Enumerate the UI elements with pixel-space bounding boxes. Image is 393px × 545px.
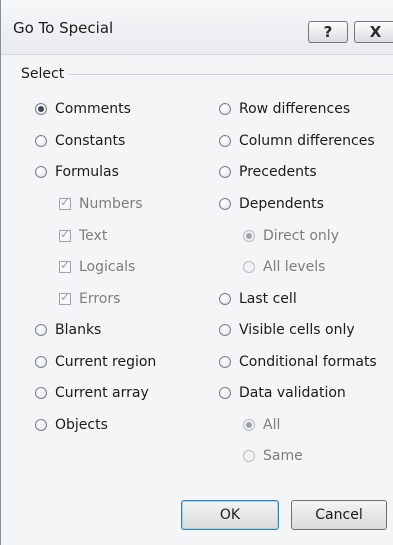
option-all-levels[interactable]: All levels bbox=[243, 255, 325, 279]
option-text[interactable]: Text bbox=[59, 224, 107, 248]
dependents-radio[interactable] bbox=[219, 198, 231, 210]
row-differences-radio[interactable] bbox=[219, 103, 231, 115]
option-label: Conditional formats bbox=[239, 354, 377, 370]
option-label: Precedents bbox=[239, 164, 317, 180]
go-to-special-dialog: Go To Special ? X Select Comments Consta… bbox=[0, 0, 393, 545]
current-array-radio[interactable] bbox=[35, 387, 47, 399]
title-bar: Go To Special ? X bbox=[1, 0, 393, 55]
option-current-array[interactable]: Current array bbox=[35, 381, 149, 405]
dialog-title: Go To Special bbox=[13, 19, 114, 37]
option-label: Comments bbox=[55, 101, 131, 117]
direct-only-radio[interactable] bbox=[243, 230, 255, 242]
option-objects[interactable]: Objects bbox=[35, 413, 108, 437]
option-label: Constants bbox=[55, 133, 126, 149]
option-label: All levels bbox=[263, 259, 326, 275]
numbers-checkbox[interactable] bbox=[59, 195, 71, 210]
validation-same-radio[interactable] bbox=[243, 450, 255, 462]
option-formulas[interactable]: Formulas bbox=[35, 160, 119, 184]
ok-button[interactable]: OK bbox=[181, 500, 279, 530]
option-label: Text bbox=[79, 228, 108, 244]
option-label: Current array bbox=[55, 385, 149, 401]
option-label: All bbox=[263, 417, 281, 433]
current-region-radio[interactable] bbox=[35, 356, 47, 368]
option-conditional-formats[interactable]: Conditional formats bbox=[219, 350, 377, 374]
text-checkbox[interactable] bbox=[59, 227, 71, 242]
option-data-validation[interactable]: Data validation bbox=[219, 381, 346, 405]
option-label: Direct only bbox=[263, 228, 339, 244]
option-label: Visible cells only bbox=[239, 322, 355, 338]
group-divider bbox=[69, 74, 393, 75]
close-button[interactable]: X bbox=[354, 21, 393, 43]
all-levels-radio[interactable] bbox=[243, 261, 255, 273]
option-logicals[interactable]: Logicals bbox=[59, 255, 135, 279]
option-label: Logicals bbox=[79, 259, 136, 275]
option-label: Objects bbox=[55, 417, 108, 433]
constants-radio[interactable] bbox=[35, 135, 47, 147]
option-label: Data validation bbox=[239, 385, 346, 401]
option-label: Same bbox=[263, 448, 303, 464]
question-mark-icon: ? bbox=[323, 23, 333, 41]
logicals-checkbox[interactable] bbox=[59, 258, 71, 273]
option-constants[interactable]: Constants bbox=[35, 129, 125, 153]
column-differences-radio[interactable] bbox=[219, 135, 231, 147]
option-label: Formulas bbox=[55, 164, 119, 180]
option-column-differences[interactable]: Column differences bbox=[219, 129, 375, 153]
option-label: Blanks bbox=[55, 322, 102, 338]
option-label: Dependents bbox=[239, 196, 324, 212]
option-label: Current region bbox=[55, 354, 157, 370]
option-last-cell[interactable]: Last cell bbox=[219, 287, 297, 311]
option-current-region[interactable]: Current region bbox=[35, 350, 156, 374]
option-label: Numbers bbox=[79, 196, 143, 212]
objects-radio[interactable] bbox=[35, 419, 47, 431]
option-direct-only[interactable]: Direct only bbox=[243, 224, 339, 248]
validation-all-radio[interactable] bbox=[243, 419, 255, 431]
option-numbers[interactable]: Numbers bbox=[59, 192, 143, 216]
option-precedents[interactable]: Precedents bbox=[219, 160, 317, 184]
formulas-radio[interactable] bbox=[35, 166, 47, 178]
option-blanks[interactable]: Blanks bbox=[35, 318, 101, 342]
option-label: Last cell bbox=[239, 291, 297, 307]
errors-checkbox[interactable] bbox=[59, 290, 71, 305]
option-validation-all[interactable]: All bbox=[243, 413, 280, 437]
blanks-radio[interactable] bbox=[35, 324, 47, 336]
comments-radio[interactable] bbox=[35, 103, 47, 115]
option-visible-cells-only[interactable]: Visible cells only bbox=[219, 318, 355, 342]
cancel-button[interactable]: Cancel bbox=[291, 500, 387, 530]
option-row-differences[interactable]: Row differences bbox=[219, 97, 350, 121]
last-cell-radio[interactable] bbox=[219, 293, 231, 305]
visible-cells-only-radio[interactable] bbox=[219, 324, 231, 336]
option-label: Errors bbox=[79, 291, 121, 307]
data-validation-radio[interactable] bbox=[219, 387, 231, 399]
option-validation-same[interactable]: Same bbox=[243, 444, 303, 468]
option-label: Column differences bbox=[239, 133, 375, 149]
precedents-radio[interactable] bbox=[219, 166, 231, 178]
option-label: Row differences bbox=[239, 101, 351, 117]
option-comments[interactable]: Comments bbox=[35, 97, 131, 121]
close-icon: X bbox=[369, 23, 382, 41]
conditional-formats-radio[interactable] bbox=[219, 356, 231, 368]
help-button[interactable]: ? bbox=[308, 21, 348, 43]
option-dependents[interactable]: Dependents bbox=[219, 192, 324, 216]
option-errors[interactable]: Errors bbox=[59, 287, 120, 311]
select-group-label: Select bbox=[21, 66, 65, 82]
